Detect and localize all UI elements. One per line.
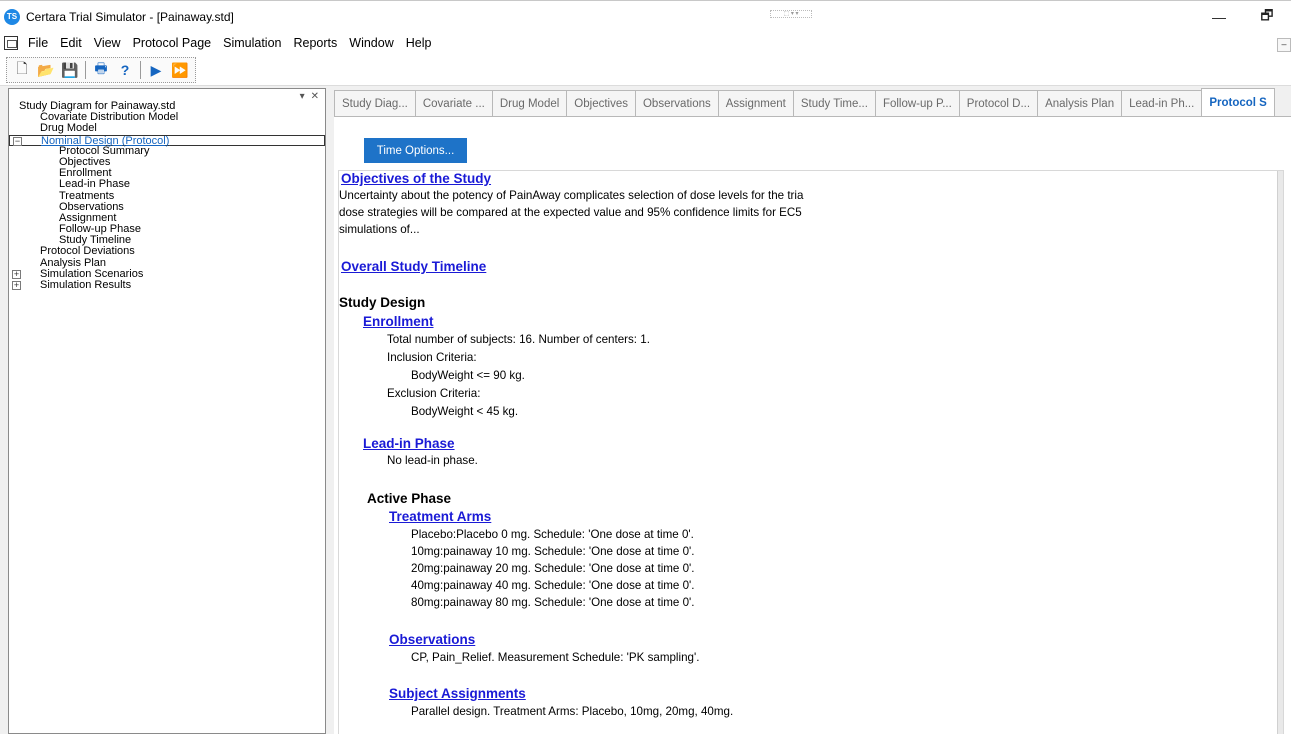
leadin-text: No lead-in phase.: [387, 454, 478, 467]
tree-node[interactable]: Treatments: [9, 190, 325, 202]
menu-simulation[interactable]: Simulation: [217, 36, 287, 50]
menu-view[interactable]: View: [88, 36, 127, 50]
help-icon[interactable]: ?: [116, 61, 134, 79]
menu-bar: File Edit View Protocol Page Simulation …: [0, 32, 1291, 54]
treatment-arms-heading-link[interactable]: Treatment Arms: [389, 509, 491, 524]
menu-protocol-page[interactable]: Protocol Page: [127, 36, 218, 50]
tab-5[interactable]: Observations: [634, 90, 719, 116]
study-tree: Study Diagram for Painaway.std Covariate …: [9, 100, 325, 291]
collapse-icon[interactable]: −: [13, 136, 22, 146]
study-design-heading: Study Design: [339, 295, 426, 310]
app-icon: TS: [4, 8, 20, 25]
window-title: Certara Trial Simulator - [Painaway.std]: [26, 9, 234, 24]
tab-4[interactable]: Objectives: [566, 90, 636, 116]
toolbar: 🗋 📂 💾 🖶 ? ▶ ⏩: [0, 54, 1291, 86]
observations-text: CP, Pain_Relief. Measurement Schedule: '…: [411, 651, 700, 664]
main-pane: Study Diag... Covariate ... Drug Model Obje…: [330, 88, 1291, 734]
print-icon[interactable]: 🖶: [92, 60, 110, 79]
toolbar-separator: [140, 61, 141, 79]
title-center-marker: ⬚ ▾ ▾: [770, 10, 812, 18]
toolbar-group: 🗋 📂 💾 🖶 ? ▶ ⏩: [6, 57, 196, 83]
save-icon[interactable]: 💾: [61, 61, 79, 79]
expand-icon[interactable]: +: [12, 281, 21, 290]
tree-node-label: Protocol Deviations: [40, 245, 135, 258]
tree-node[interactable]: Enrollment: [9, 167, 325, 179]
tree-node[interactable]: Lead-in Phase: [9, 179, 325, 190]
tab-12[interactable]: Protocol S: [1201, 88, 1275, 116]
enrollment-line: BodyWeight < 45 kg.: [411, 405, 519, 418]
tree-node-label: Lead-in Phase: [59, 178, 130, 191]
tab-1[interactable]: Study Diag...: [334, 90, 416, 116]
treatment-arm-line: 10mg:painaway 10 mg. Schedule: 'One dose…: [411, 545, 695, 558]
tab-6[interactable]: Assignment: [717, 90, 794, 116]
menu-edit[interactable]: Edit: [54, 36, 88, 50]
objectives-heading-link[interactable]: Objectives of the Study: [341, 171, 491, 186]
tree-node[interactable]: Drug Model: [9, 123, 325, 134]
tab-8[interactable]: Follow-up P...: [874, 90, 960, 116]
treatment-arm-line: 20mg:painaway 20 mg. Schedule: 'One dose…: [411, 562, 695, 575]
protocol-summary-document: Objectives of the Study Uncertainty abou…: [338, 170, 1284, 734]
enrollment-line: Inclusion Criteria:: [387, 351, 477, 364]
enrollment-line: Exclusion Criteria:: [387, 387, 481, 400]
enrollment-line: Total number of subjects: 16. Number of …: [387, 333, 650, 346]
objectives-line: Uncertainty about the potency of PainAwa…: [339, 189, 804, 202]
tree-node-label: Simulation Results: [40, 279, 132, 291]
treatment-arm-line: Placebo:Placebo 0 mg. Schedule: 'One dos…: [411, 528, 694, 541]
tree-node[interactable]: + Simulation Results: [9, 279, 325, 291]
tab-10[interactable]: Analysis Plan: [1037, 90, 1123, 116]
treatment-arm-line: 80mg:painaway 80 mg. Schedule: 'One dose…: [411, 596, 695, 609]
enrollment-line: BodyWeight <= 90 kg.: [411, 369, 525, 382]
tree-node[interactable]: Objectives: [9, 156, 325, 168]
run-all-icon[interactable]: ⏩: [171, 61, 189, 79]
tree-node[interactable]: − Nominal Design (Protocol): [9, 134, 325, 146]
tab-2[interactable]: Covariate ...: [414, 90, 493, 116]
restore-button[interactable]: 🗗: [1244, 1, 1290, 33]
treatment-arm-line: 40mg:painaway 40 mg. Schedule: 'One dose…: [411, 579, 695, 592]
tree-node[interactable]: Observations: [9, 201, 325, 213]
tab-strip: Study Diag... Covariate ... Drug Model Obje…: [334, 88, 1275, 116]
tree-node[interactable]: Protocol Deviations: [9, 246, 325, 257]
protocol-summary-page: Time Options... Objectives of the Study …: [334, 116, 1291, 734]
observations-heading-link[interactable]: Observations: [389, 632, 475, 647]
time-options-button[interactable]: Time Options...: [364, 138, 467, 163]
title-bar: TS Certara Trial Simulator - [Painaway.s…: [0, 0, 1291, 32]
tree-node[interactable]: Protocol Summary: [9, 145, 325, 157]
toolbar-separator: [85, 61, 86, 79]
active-phase-heading: Active Phase: [367, 491, 452, 506]
tree-node[interactable]: Assignment: [9, 212, 325, 224]
objectives-line: dose strategies will be compared at the …: [339, 206, 802, 219]
tree-node[interactable]: Follow-up Phase: [9, 223, 325, 235]
new-file-icon[interactable]: 🗋: [13, 60, 31, 79]
leadin-heading-link[interactable]: Lead-in Phase: [363, 436, 455, 451]
menu-file[interactable]: File: [22, 36, 54, 50]
objectives-line: simulations of...: [339, 223, 420, 236]
open-folder-icon[interactable]: 📂: [37, 61, 55, 79]
minimize-button[interactable]: —: [1196, 1, 1242, 33]
timeline-heading-link[interactable]: Overall Study Timeline: [341, 259, 486, 274]
vertical-scrollbar[interactable]: [1277, 171, 1283, 734]
tab-3[interactable]: Drug Model: [491, 90, 568, 116]
mdi-minimize-button[interactable]: –: [1277, 38, 1291, 52]
tab-9[interactable]: Protocol D...: [958, 90, 1039, 116]
assignments-heading-link[interactable]: Subject Assignments: [389, 686, 526, 701]
enrollment-heading-link[interactable]: Enrollment: [363, 314, 434, 329]
run-icon[interactable]: ▶: [147, 61, 165, 79]
document-icon[interactable]: [4, 36, 18, 50]
menu-window[interactable]: Window: [343, 36, 399, 50]
tab-11[interactable]: Lead-in Ph...: [1121, 90, 1203, 116]
tab-7[interactable]: Study Time...: [792, 90, 876, 116]
study-tree-panel: ▾ ✕ Study Diagram for Painaway.std Covari…: [8, 88, 326, 734]
expand-icon[interactable]: +: [12, 269, 21, 279]
menu-help[interactable]: Help: [400, 36, 438, 50]
tree-node-label: Drug Model: [40, 122, 97, 135]
menu-reports[interactable]: Reports: [287, 36, 343, 50]
assignments-text: Parallel design. Treatment Arms: Placebo…: [411, 705, 734, 718]
